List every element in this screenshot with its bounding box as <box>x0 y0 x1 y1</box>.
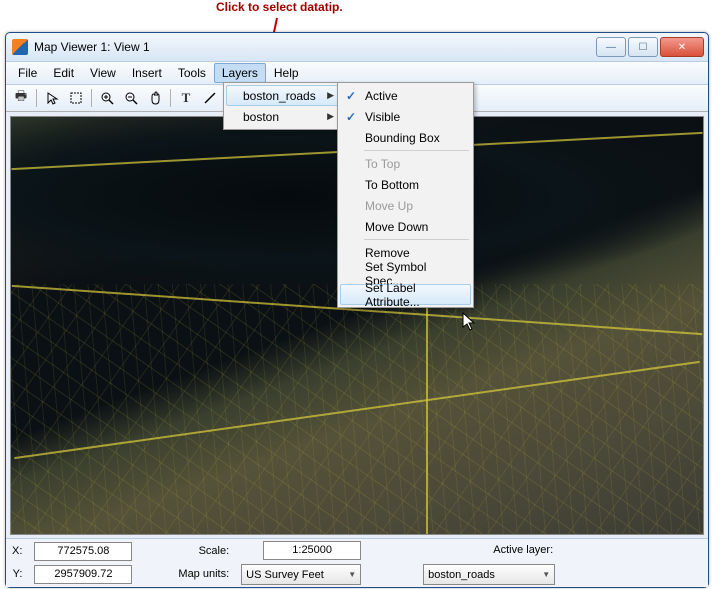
menu-item-set-label-attribute[interactable]: Set Label Attribute... <box>340 284 471 305</box>
menu-item-to-top: To Top <box>340 153 471 174</box>
menu-item-label: To Bottom <box>365 178 419 192</box>
zoom-in-icon[interactable] <box>96 87 118 109</box>
menu-tools[interactable]: Tools <box>170 63 214 83</box>
titlebar[interactable]: Map Viewer 1: View 1 — ☐ ✕ <box>6 33 708 62</box>
scale-label: Scale: <box>199 542 232 561</box>
check-icon: ✓ <box>343 89 359 103</box>
activelayer-value: boston_roads <box>428 569 495 581</box>
menu-separator <box>364 239 469 240</box>
menu-insert[interactable]: Insert <box>124 63 170 83</box>
app-icon <box>12 39 28 55</box>
layer-context-menu: ✓ Active ✓ Visible Bounding Box To Top To Bott… <box>337 82 474 308</box>
x-label: X: <box>12 542 24 561</box>
menu-file[interactable]: File <box>10 63 45 83</box>
maximize-button[interactable]: ☐ <box>628 37 658 57</box>
submenu-arrow-icon: ▶ <box>327 111 334 122</box>
print-icon[interactable]: 🖶 <box>10 87 32 109</box>
menu-item-label: Bounding Box <box>365 131 440 145</box>
status-bar: X: Y: 772575.08 2957909.72 Scale: Map un… <box>6 538 708 587</box>
mapunits-value: US Survey Feet <box>246 569 324 581</box>
chevron-down-icon: ▼ <box>542 570 550 579</box>
select-rect-icon[interactable] <box>65 87 87 109</box>
submenu-arrow-icon: ▶ <box>327 90 334 101</box>
text-icon[interactable]: T <box>175 87 197 109</box>
menu-item-to-bottom[interactable]: To Bottom <box>340 174 471 195</box>
insert-line-icon[interactable] <box>199 87 221 109</box>
chevron-down-icon: ▼ <box>348 570 356 579</box>
check-icon: ✓ <box>343 110 359 124</box>
x-value: 772575.08 <box>34 542 132 561</box>
toolbar-sep <box>36 89 37 107</box>
menu-layers[interactable]: Layers <box>214 63 266 83</box>
menu-help[interactable]: Help <box>266 63 307 83</box>
menu-item-label: To Top <box>365 157 400 171</box>
zoom-out-icon[interactable] <box>120 87 142 109</box>
layer-item-boston-roads[interactable]: boston_roads ▶ <box>226 85 339 106</box>
pointer-icon[interactable] <box>41 87 63 109</box>
y-value: 2957909.72 <box>34 565 132 584</box>
menu-item-label: Move Down <box>365 220 428 234</box>
scale-value[interactable]: 1:25000 <box>263 541 361 560</box>
menu-item-active[interactable]: ✓ Active <box>340 85 471 106</box>
toolbar-sep <box>91 89 92 107</box>
menu-item-move-up: Move Up <box>340 195 471 216</box>
window-title: Map Viewer 1: View 1 <box>34 40 596 54</box>
mapunits-select[interactable]: US Survey Feet ▼ <box>241 564 361 585</box>
menu-item-label: Move Up <box>365 199 413 213</box>
close-button[interactable]: ✕ <box>660 37 704 57</box>
layer-item-label: boston <box>243 110 279 124</box>
menu-item-label: Visible <box>365 110 400 124</box>
layer-item-boston[interactable]: boston ▶ <box>226 106 339 127</box>
layers-submenu: boston_roads ▶ boston ▶ <box>223 82 342 130</box>
activelayer-label: Active layer: <box>493 541 555 560</box>
menu-item-label: Remove <box>365 246 410 260</box>
pan-icon[interactable] <box>144 87 166 109</box>
annotation-text: Click to select datatip. <box>216 0 343 14</box>
menu-item-label: Active <box>365 89 398 103</box>
menu-item-label: Set Label Attribute... <box>365 281 464 309</box>
toolbar-sep <box>170 89 171 107</box>
layer-item-label: boston_roads <box>243 89 316 103</box>
menu-item-move-down[interactable]: Move Down <box>340 216 471 237</box>
menu-view[interactable]: View <box>82 63 124 83</box>
menu-edit[interactable]: Edit <box>45 63 82 83</box>
mapunits-label: Map units: <box>178 565 231 584</box>
activelayer-select[interactable]: boston_roads ▼ <box>423 564 555 585</box>
menu-item-visible[interactable]: ✓ Visible <box>340 106 471 127</box>
minimize-button[interactable]: — <box>596 37 626 57</box>
y-label: Y: <box>13 565 25 584</box>
menu-separator <box>364 150 469 151</box>
menu-item-bounding-box[interactable]: Bounding Box <box>340 127 471 148</box>
